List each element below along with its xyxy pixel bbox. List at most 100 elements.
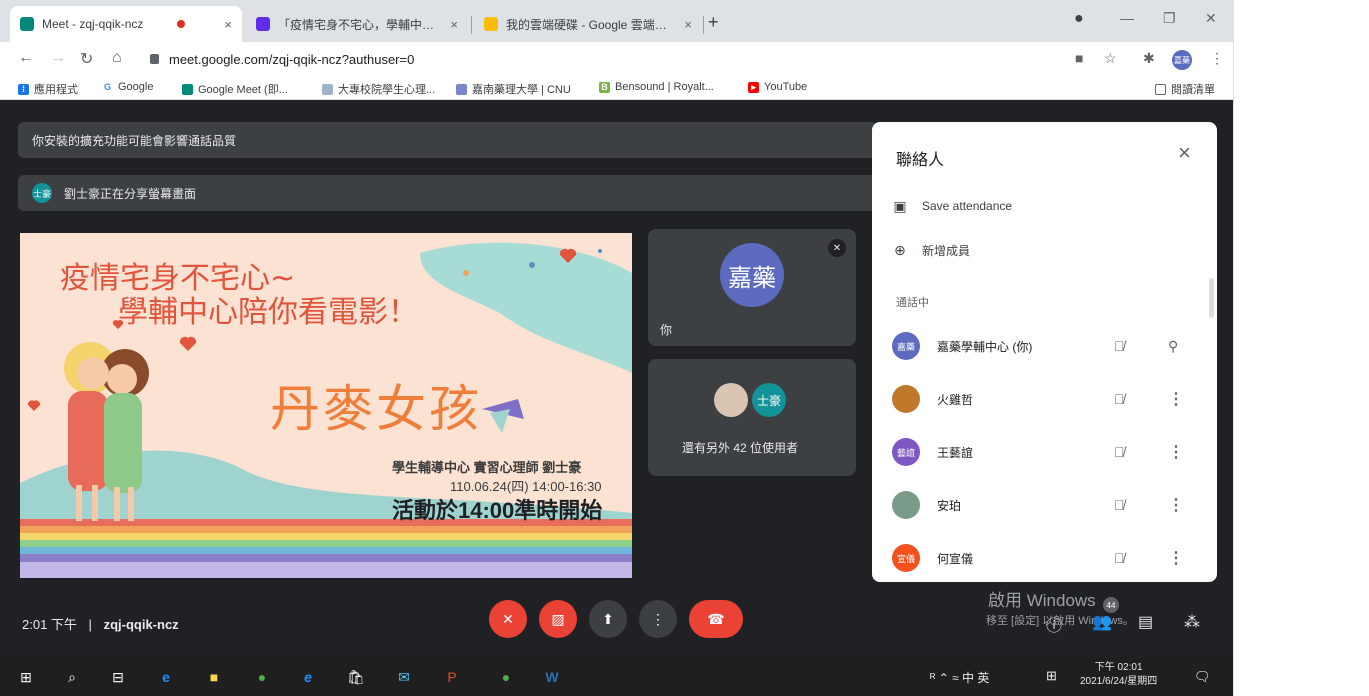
more-options-icon[interactable]: ⋮ xyxy=(1168,442,1184,462)
bookmark-label: Google xyxy=(118,81,154,93)
participant-avatar: 士豪 xyxy=(752,383,786,417)
tab-close-icon[interactable]: × xyxy=(444,17,458,32)
task-view-icon[interactable]: ⊟ xyxy=(108,667,128,687)
bookmark-star-icon[interactable]: ☆ xyxy=(1104,50,1117,67)
others-tile[interactable]: 士豪 還有另外 42 位使用者 xyxy=(648,359,856,476)
participant-row[interactable]: 嘉藥 嘉藥學輔中心 (你) 🎙̸ ⚲ xyxy=(892,326,1202,366)
tab-close-icon[interactable]: × xyxy=(678,17,692,32)
camera-icon[interactable]: ■ xyxy=(1075,50,1083,66)
panel-close-button[interactable]: × xyxy=(1178,140,1191,166)
participant-avatar: 藝誼 xyxy=(892,438,920,466)
line-icon[interactable]: ● xyxy=(496,667,516,687)
participant-initials: 宣儀 xyxy=(896,553,915,564)
bookmark-counseling[interactable]: 大專校院學生心理... xyxy=(322,81,435,97)
self-video-tile[interactable]: 嘉藥 你 ✕ xyxy=(648,229,856,346)
participant-name: 火雞哲 xyxy=(937,392,974,407)
profile-avatar[interactable]: 嘉藥 xyxy=(1172,50,1192,70)
mic-toggle-button[interactable]: ✕ xyxy=(489,600,527,638)
leave-call-button[interactable]: ☎ xyxy=(689,600,743,638)
system-tray[interactable]: ᴿ ⌃ ≈ 中 英 xyxy=(930,669,989,686)
bookmark-youtube[interactable]: ▸ YouTube xyxy=(748,81,807,93)
participant-row[interactable]: 火雞哲 🎙̸ ⋮ xyxy=(892,379,1202,419)
panel-scrollbar[interactable] xyxy=(1209,278,1214,318)
extensions-icon[interactable]: ✱ xyxy=(1143,50,1155,67)
bookmark-label: 應用程式 xyxy=(34,84,78,96)
participant-avatar: 宣儀 xyxy=(892,544,920,572)
presenting-banner: 士豪 劉士豪正在分享螢幕畫面 xyxy=(18,175,878,211)
bookmark-bensound[interactable]: B Bensound | Royalt... xyxy=(599,81,714,93)
tab-form[interactable]: 「疫情宅身不宅心，學輔中心陪 × xyxy=(246,6,468,42)
save-attendance-button[interactable]: ▣ Save attendance xyxy=(892,198,1012,214)
bookmark-meet[interactable]: Google Meet (即... xyxy=(182,81,288,97)
chat-icon[interactable]: ▤ xyxy=(1138,612,1153,632)
home-icon[interactable]: ⌂ xyxy=(112,49,122,67)
reload-icon[interactable]: ↻ xyxy=(80,49,93,69)
more-options-icon[interactable]: ⋮ xyxy=(1168,548,1184,568)
heart-icon xyxy=(179,336,197,351)
participant-count-badge: 44 xyxy=(1103,597,1119,613)
forward-icon[interactable]: → xyxy=(50,49,66,67)
store-icon[interactable]: 🛍 xyxy=(346,667,366,687)
activities-icon[interactable]: ⁂ xyxy=(1184,612,1200,632)
back-icon[interactable]: ← xyxy=(18,49,34,67)
new-tab-button[interactable]: + xyxy=(708,12,719,33)
bookmark-apps[interactable]: ⁞ 應用程式 xyxy=(18,81,78,97)
ime-icon[interactable]: ⊞ xyxy=(1046,668,1057,684)
participant-row[interactable]: 藝誼 王藝誼 🎙̸ ⋮ xyxy=(892,432,1202,472)
url-text: meet.google.com/zqj-qqik-ncz?authuser=0 xyxy=(169,51,415,67)
site-icon xyxy=(322,83,333,95)
meeting-time: 2:01 下午 xyxy=(22,617,77,632)
tab-title: 「疫情宅身不宅心，學輔中心陪 xyxy=(278,17,445,32)
lock-icon xyxy=(150,54,159,64)
reading-list[interactable]: 閱讀清單 xyxy=(1155,81,1215,97)
more-options-button[interactable]: ⋮ xyxy=(639,600,677,638)
menu-kebab-icon[interactable]: ⋮ xyxy=(1210,50,1224,67)
tab-meet[interactable]: Meet - zqj-qqik-ncz × xyxy=(10,6,242,42)
internet-explorer-icon[interactable]: e xyxy=(298,667,318,687)
bookmark-label: Bensound | Royalt... xyxy=(615,81,714,93)
participant-avatar xyxy=(892,385,920,413)
window-close-icon[interactable]: ✕ xyxy=(1205,10,1217,27)
powerpoint-icon[interactable]: P xyxy=(442,667,462,687)
search-icon[interactable]: ⌕ xyxy=(62,667,82,687)
tab-close-icon[interactable]: × xyxy=(218,17,232,32)
mail-icon[interactable]: ✉ xyxy=(394,667,414,687)
meeting-details[interactable]: 2:01 下午 | zqj-qqik-ncz xyxy=(22,614,179,633)
banner-text: 劉士豪正在分享螢幕畫面 xyxy=(64,186,197,201)
word-icon[interactable]: W xyxy=(542,667,562,687)
edge-icon[interactable]: e xyxy=(156,667,176,687)
hangup-icon: ☎ xyxy=(707,610,725,627)
address-bar[interactable]: meet.google.com/zqj-qqik-ncz?authuser=0 xyxy=(150,47,1150,71)
pin-icon[interactable]: ⚲ xyxy=(1168,338,1178,355)
participant-initials: 藝誼 xyxy=(896,447,915,458)
more-options-icon[interactable]: ⋮ xyxy=(1168,389,1184,409)
slide-organizer: 學生輔導中心 實習心理師 劉士豪 xyxy=(392,460,582,475)
heart-icon xyxy=(27,400,41,411)
info-icon[interactable]: ⓘ xyxy=(1046,612,1062,636)
people-icon[interactable]: 👥 xyxy=(1092,612,1112,632)
add-people-button[interactable]: ⊕ 新增成員 xyxy=(892,242,970,259)
present-button[interactable]: ⬆ xyxy=(589,600,627,638)
file-explorer-icon[interactable]: ■ xyxy=(204,667,224,687)
restore-icon[interactable]: ❐ xyxy=(1163,10,1176,27)
minimize-icon[interactable]: — xyxy=(1120,10,1134,26)
mic-off-icon: 🎙̸ xyxy=(1114,497,1125,513)
bookmark-google[interactable]: G Google xyxy=(102,81,153,93)
participant-row[interactable]: 宣儀 何宣儀 🎙̸ ⋮ xyxy=(892,538,1202,578)
tab-separator xyxy=(703,16,704,34)
notification-icon[interactable]: 🗨 xyxy=(1194,669,1211,685)
participant-name: 王藝誼 xyxy=(937,445,974,460)
windows-start-icon[interactable]: ⊞ xyxy=(16,667,36,687)
bookmark-cnu[interactable]: 嘉南藥理大學 | CNU xyxy=(456,81,571,97)
girl-face xyxy=(107,364,137,394)
camera-toggle-button[interactable]: ▨ xyxy=(539,600,577,638)
taskbar-clock[interactable]: 下午 02:01 2021/6/24/星期四 xyxy=(1080,661,1157,689)
chrome-icon[interactable]: ● xyxy=(252,667,272,687)
tab-drive[interactable]: 我的雲端硬碟 - Google 雲端硬碟 × xyxy=(474,6,702,42)
participant-row[interactable]: 安珀 🎙̸ ⋮ xyxy=(892,485,1202,525)
tab-search-icon[interactable]: ● xyxy=(1074,10,1084,28)
self-avatar-initials: 嘉藥 xyxy=(728,264,776,292)
tab-separator xyxy=(471,16,472,34)
more-options-icon[interactable]: ⋮ xyxy=(1168,495,1184,515)
forms-favicon-icon xyxy=(256,17,270,31)
